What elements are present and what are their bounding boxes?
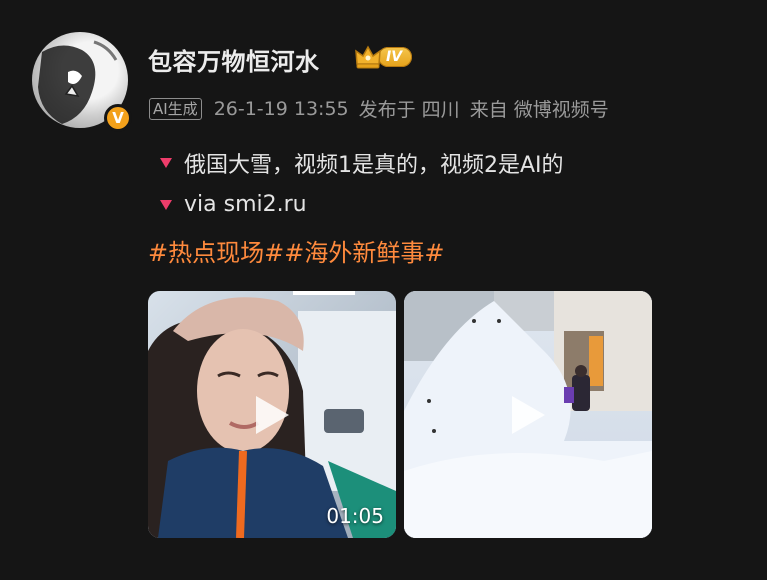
- post-line-text: 俄国大雪，视频1是真的，视频2是AI的: [184, 153, 564, 178]
- crown-icon: [354, 44, 382, 70]
- ai-generated-tag: AI生成: [149, 97, 202, 120]
- post-timestamp: 26-1-19 13:55: [213, 97, 349, 120]
- level-label: IV: [378, 47, 413, 67]
- username[interactable]: 包容万物恒河水: [148, 42, 320, 77]
- bullet-triangle-icon: [160, 158, 172, 168]
- post-line-2: via smi2.ru: [160, 192, 307, 217]
- video-thumbnail-2[interactable]: [404, 291, 652, 538]
- hashtag-link[interactable]: #海外新鲜事#: [284, 239, 444, 267]
- video-duration: 01:05: [326, 504, 384, 528]
- post-source[interactable]: 来自 微博视频号: [470, 95, 609, 122]
- post-line-text: via smi2.ru: [184, 192, 307, 217]
- level-badge: IV: [354, 44, 413, 70]
- play-icon[interactable]: [508, 393, 548, 437]
- hashtag-link[interactable]: #热点现场#: [148, 239, 284, 267]
- post-meta: AI生成 26-1-19 13:55 发布于 四川 来自 微博视频号: [149, 95, 609, 122]
- post-location: 发布于 四川: [358, 99, 460, 121]
- bullet-triangle-icon: [160, 199, 172, 210]
- hashtags: #热点现场##海外新鲜事#: [148, 233, 444, 268]
- play-icon[interactable]: [252, 393, 292, 437]
- video-thumbnail-1[interactable]: 01:05: [148, 291, 396, 538]
- post-line-1: 俄国大雪，视频1是真的，视频2是AI的: [160, 147, 564, 179]
- verified-v-icon: V: [104, 104, 132, 132]
